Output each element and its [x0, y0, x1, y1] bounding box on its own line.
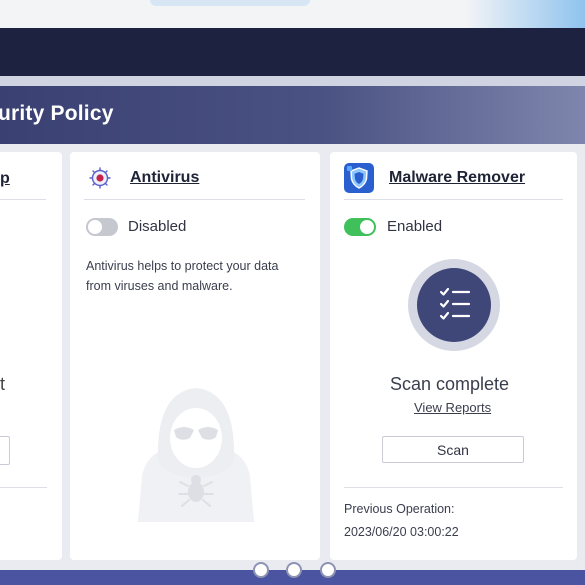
- card-header-divider: [0, 199, 46, 200]
- antivirus-icon: [88, 166, 112, 190]
- scan-status-text: Scan complete: [390, 374, 510, 394]
- malware-remover-toggle-label: Enabled: [387, 218, 443, 235]
- shield-icon: [344, 163, 374, 193]
- page-title: urity Policy: [0, 102, 114, 125]
- antivirus-description-line2: from viruses and malware.: [86, 279, 233, 293]
- pagination-dot[interactable]: [253, 562, 269, 578]
- pagination-dot[interactable]: [320, 562, 336, 578]
- malware-remover-toggle[interactable]: [344, 218, 376, 236]
- card-button-partial[interactable]: [0, 436, 10, 465]
- hacker-illustration: [128, 384, 264, 524]
- card-footer-divider: [344, 487, 563, 488]
- scan-button[interactable]: Scan: [382, 436, 524, 463]
- card-status-partial: t: [0, 374, 6, 394]
- antivirus-toggle[interactable]: [86, 218, 118, 236]
- background-fragment: [150, 0, 310, 6]
- card-header-divider: [344, 199, 563, 200]
- malware-remover-card: [330, 152, 577, 560]
- app-title-bar: [0, 28, 585, 76]
- antivirus-title-link[interactable]: Antivirus: [130, 169, 199, 187]
- malware-remover-title-link[interactable]: Malware Remover: [389, 169, 525, 187]
- card-footer-divider: [0, 487, 47, 488]
- background-gradient: [465, 0, 585, 28]
- scan-status-badge: [408, 259, 500, 351]
- antivirus-toggle-label: Disabled: [128, 218, 187, 235]
- previous-operation-value: 2023/06/20 03:00:22: [344, 525, 459, 539]
- card-partial-left: [0, 152, 62, 560]
- pagination-dot[interactable]: [286, 562, 302, 578]
- toggle-knob: [360, 220, 374, 234]
- card-title-partial[interactable]: p: [0, 170, 10, 188]
- checklist-icon: [417, 268, 491, 342]
- toggle-knob: [88, 220, 102, 234]
- divider: [0, 76, 585, 86]
- window-top-strip: [0, 0, 585, 28]
- view-reports-link[interactable]: View Reports: [414, 400, 491, 415]
- antivirus-description-line1: Antivirus helps to protect your data: [86, 259, 279, 273]
- card-header-divider: [84, 199, 305, 200]
- previous-operation-label: Previous Operation:: [344, 502, 455, 516]
